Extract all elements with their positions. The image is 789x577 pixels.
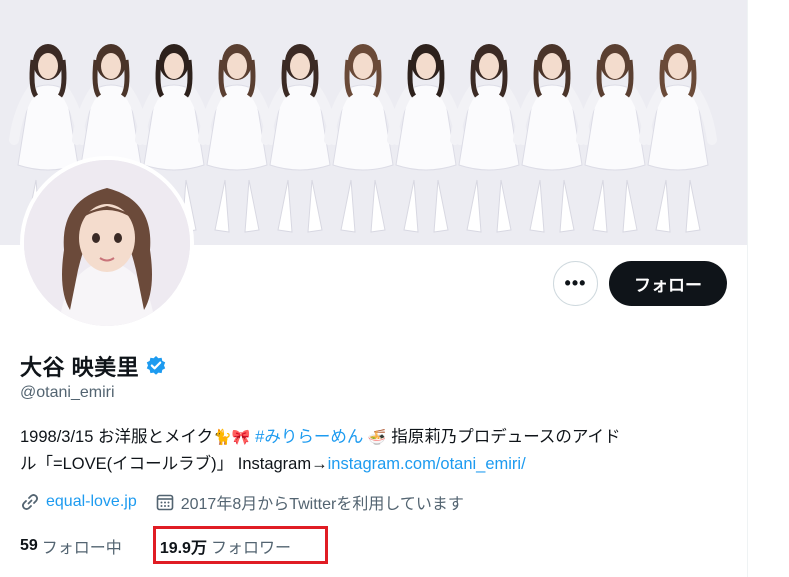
profile-avatar[interactable] <box>20 156 194 330</box>
profile-bio: 1998/3/15 お洋服とメイク🐈🎀 #みりらーめん 🍜 指原莉乃プロデュース… <box>20 424 740 478</box>
display-name-row: 大谷 映美里 <box>20 350 167 382</box>
instagram-link[interactable]: instagram.com/otani_emiri/ <box>328 455 526 473</box>
website-item: equal-love.jp <box>20 492 137 512</box>
ramen-emoji-icon: 🍜 <box>367 429 387 446</box>
joined-date-text: 2017年8月からTwitterを利用しています <box>180 496 464 513</box>
more-icon: ••• <box>564 273 587 293</box>
joined-date-item: 2017年8月からTwitterを利用しています <box>155 490 464 514</box>
following-stat-link[interactable]: 59 フォロー中 <box>20 534 122 558</box>
bio-text: 1998/3/15 お洋服とメイク <box>20 428 214 446</box>
calendar-icon <box>155 492 175 512</box>
followers-highlight-box <box>153 526 328 564</box>
link-icon <box>20 492 40 512</box>
bio-text: ル「=LOVE(イコールラブ)」 Instagram→ <box>20 455 328 473</box>
hashtag-link[interactable]: #みりらーめん <box>255 428 363 446</box>
user-handle: @otani_emiri <box>20 384 115 401</box>
profile-meta: equal-love.jp 2017年8月からTwitterを利用しています <box>20 490 482 514</box>
ribbon-emoji-icon: 🎀 <box>231 429 251 446</box>
following-count: 59 <box>20 537 38 554</box>
column-divider <box>747 0 748 577</box>
follow-button[interactable]: フォロー <box>609 261 727 306</box>
profile-page: ••• フォロー 大谷 映美里 @otani_emiri 1998/3/15 お… <box>0 0 789 577</box>
cat-emoji-icon: 🐈 <box>213 429 232 446</box>
verified-badge-icon[interactable] <box>145 355 167 377</box>
bio-text: 指原莉乃プロデュースのアイド <box>386 428 621 446</box>
display-name: 大谷 映美里 <box>20 355 140 380</box>
following-label: フォロー中 <box>41 540 122 557</box>
follow-button-label: フォロー <box>634 276 702 295</box>
more-options-button[interactable]: ••• <box>553 261 598 306</box>
website-link[interactable]: equal-love.jp <box>46 493 137 511</box>
